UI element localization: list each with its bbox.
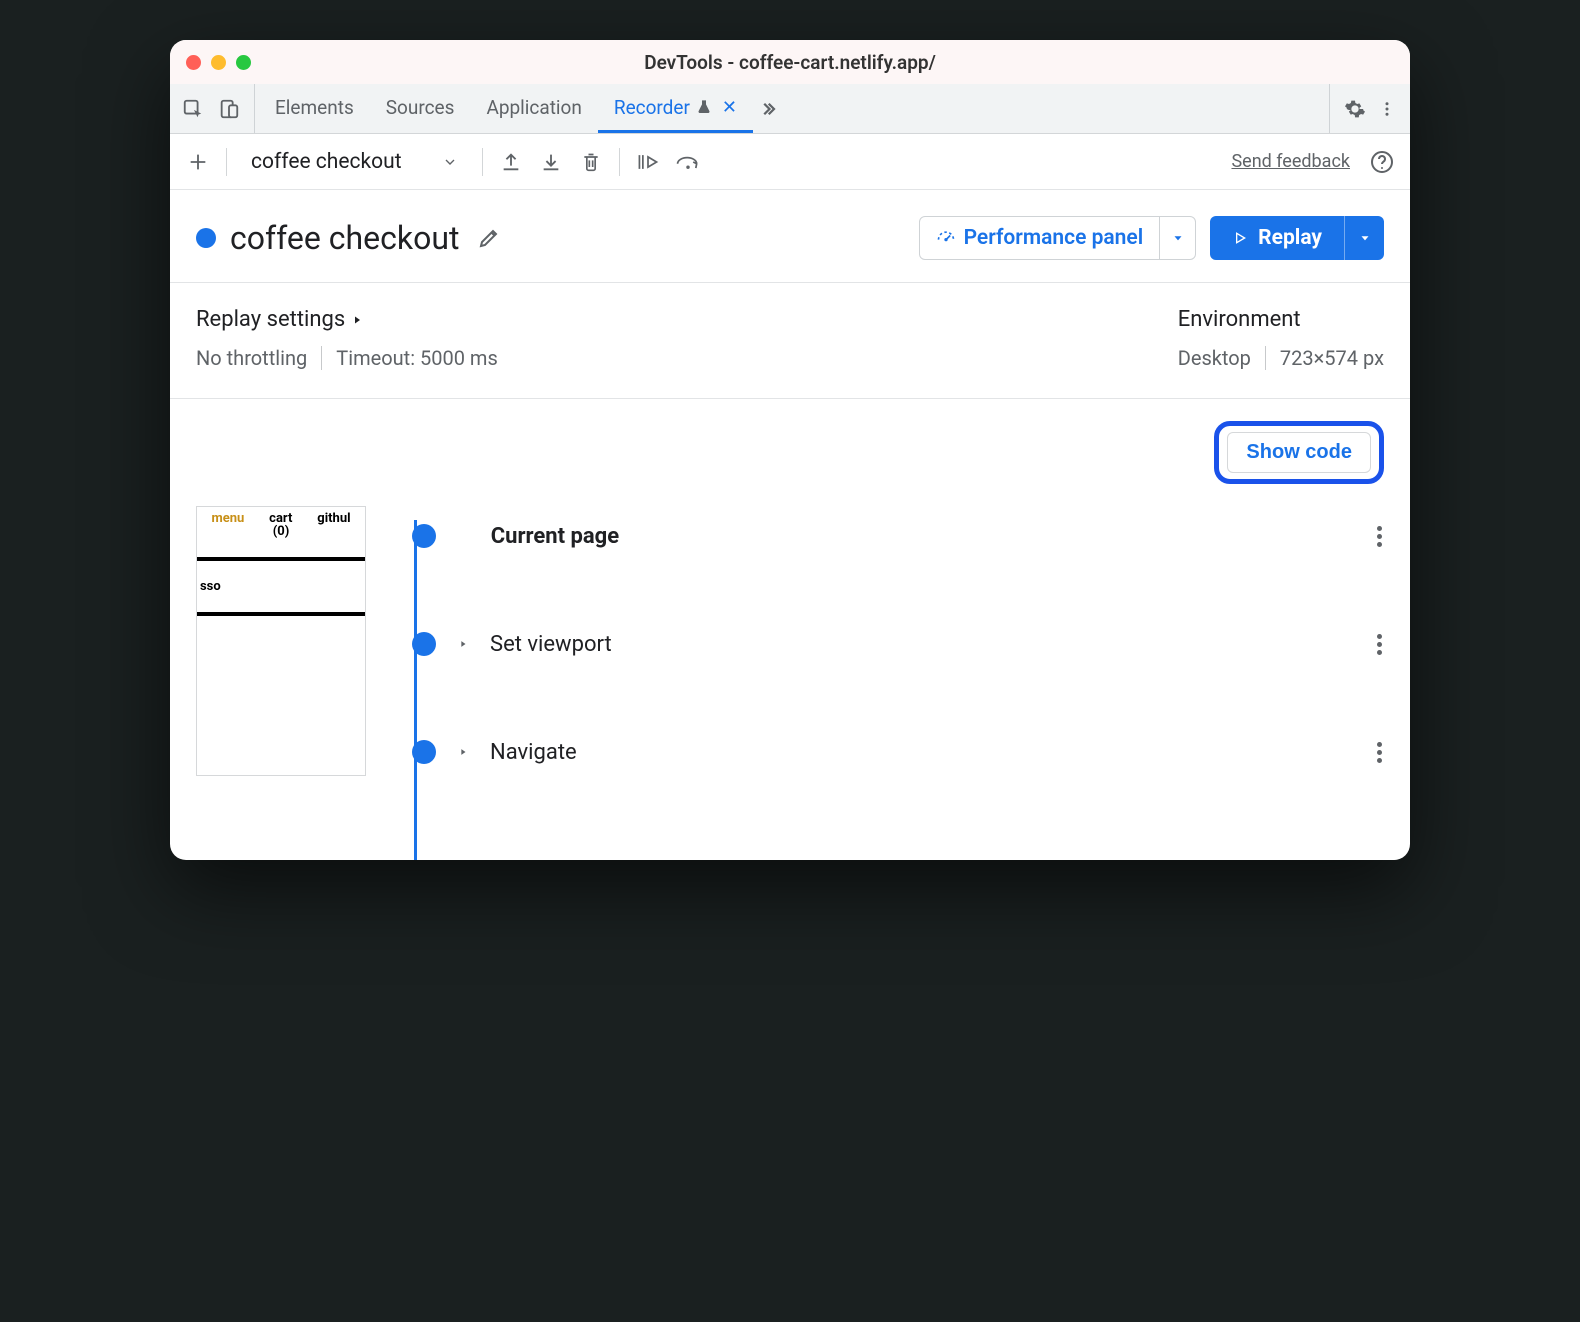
help-icon[interactable]	[1364, 144, 1400, 180]
device-value: Desktop	[1178, 346, 1251, 370]
toolbar-right: Send feedback	[1231, 144, 1400, 180]
send-feedback-link[interactable]: Send feedback	[1231, 151, 1350, 172]
step-set-viewport[interactable]: Set viewport	[404, 614, 1384, 674]
tab-recorder[interactable]: Recorder ✕	[598, 84, 753, 133]
delete-icon[interactable]	[573, 144, 609, 180]
recording-status-dot	[196, 228, 216, 248]
environment-label: Environment	[1178, 307, 1301, 332]
replay-settings-label: Replay settings	[196, 307, 345, 332]
tab-sources[interactable]: Sources	[370, 84, 471, 133]
replay-settings-heading[interactable]: Replay settings	[196, 307, 498, 332]
window-minimize-icon[interactable]	[211, 55, 226, 70]
replay-settings-values: No throttling Timeout: 5000 ms	[196, 346, 498, 370]
separator	[1265, 346, 1266, 370]
replay-main[interactable]: Replay	[1210, 216, 1344, 260]
new-recording-icon[interactable]	[180, 144, 216, 180]
environment-values: Desktop 723×574 px	[1178, 346, 1384, 370]
tabstrip-left	[178, 84, 255, 133]
replay-settings: Replay settings No throttling Timeout: 5…	[196, 307, 498, 370]
flask-icon	[696, 99, 712, 115]
device-toggle-icon[interactable]	[214, 94, 244, 124]
tab-elements[interactable]: Elements	[259, 84, 370, 133]
thumb-divider	[197, 612, 365, 616]
dimensions-value: 723×574 px	[1280, 346, 1384, 370]
import-icon[interactable]	[533, 144, 569, 180]
titlebar: DevTools - coffee-cart.netlify.app/	[170, 40, 1410, 84]
step-more-icon[interactable]	[1377, 742, 1384, 763]
separator	[321, 346, 322, 370]
export-icon[interactable]	[493, 144, 529, 180]
step-over-icon[interactable]	[670, 144, 706, 180]
throttling-value: No throttling	[196, 346, 307, 370]
tab-label: Application	[486, 96, 581, 119]
tabstrip-right	[1329, 84, 1402, 133]
caret-right-icon	[458, 638, 468, 650]
step-play-icon[interactable]	[630, 144, 666, 180]
settings-gear-icon[interactable]	[1340, 94, 1370, 124]
close-tab-icon[interactable]: ✕	[722, 97, 737, 118]
step-navigate[interactable]: Navigate	[404, 722, 1384, 782]
separator	[226, 148, 227, 176]
step-label: Navigate	[490, 740, 577, 765]
devtools-window: DevTools - coffee-cart.netlify.app/ Elem…	[170, 40, 1410, 860]
tab-label: Recorder	[614, 96, 690, 119]
performance-panel-main[interactable]: Performance panel	[920, 217, 1160, 259]
environment-heading: Environment	[1178, 307, 1384, 332]
code-bar: Show code	[170, 399, 1410, 506]
chevron-down-icon	[442, 154, 458, 170]
window-title: DevTools - coffee-cart.netlify.app/	[170, 51, 1410, 74]
step-more-icon[interactable]	[1377, 634, 1384, 655]
step-label: Current page	[491, 524, 619, 549]
play-icon	[1232, 230, 1248, 246]
step-label: Set viewport	[490, 632, 612, 657]
tab-label: Sources	[386, 96, 455, 119]
tab-label: Elements	[275, 96, 354, 119]
step-more-icon[interactable]	[1377, 526, 1384, 547]
gauge-icon	[936, 228, 956, 248]
caret-right-icon	[351, 314, 363, 326]
timeout-value: Timeout: 5000 ms	[336, 346, 498, 370]
step-dot	[412, 524, 436, 548]
steps-timeline: ▶ Current page Set viewport Navigate	[396, 506, 1384, 830]
settings-row: Replay settings No throttling Timeout: 5…	[170, 283, 1410, 399]
show-code-button[interactable]: Show code	[1227, 432, 1371, 473]
tab-application[interactable]: Application	[470, 84, 597, 133]
recorder-toolbar: coffee checkout Send feedback	[170, 134, 1410, 190]
step-dot	[412, 740, 436, 764]
window-close-icon[interactable]	[186, 55, 201, 70]
recording-selector-label: coffee checkout	[251, 150, 402, 174]
traffic-lights	[186, 55, 251, 70]
performance-panel-button[interactable]: Performance panel	[919, 216, 1197, 260]
thumb-divider	[197, 557, 365, 561]
performance-panel-label: Performance panel	[964, 226, 1144, 250]
performance-panel-caret[interactable]	[1159, 217, 1195, 259]
step-dot	[412, 632, 436, 656]
separator	[619, 148, 620, 176]
show-code-highlight: Show code	[1214, 421, 1384, 484]
kebab-menu-icon[interactable]	[1372, 94, 1402, 124]
environment-settings: Environment Desktop 723×574 px	[1178, 307, 1384, 370]
separator	[482, 148, 483, 176]
thumb-cart-count: (0)	[197, 524, 365, 539]
more-tabs-icon[interactable]	[753, 94, 783, 124]
replay-label: Replay	[1258, 226, 1322, 250]
timeline-line	[414, 520, 417, 860]
step-current-page[interactable]: ▶ Current page	[404, 506, 1384, 566]
panel-tabs: Elements Sources Application Recorder ✕	[259, 84, 783, 133]
caret-right-icon	[458, 746, 468, 758]
thumb-item: sso	[197, 579, 365, 594]
recording-header: coffee checkout Performance panel Replay	[170, 190, 1410, 283]
replay-button[interactable]: Replay	[1210, 216, 1384, 260]
window-zoom-icon[interactable]	[236, 55, 251, 70]
steps-area: menu cart githul (0) sso ▶ Current page …	[170, 506, 1410, 860]
inspect-element-icon[interactable]	[178, 94, 208, 124]
replay-caret[interactable]	[1344, 216, 1384, 260]
recording-title: coffee checkout	[230, 219, 459, 257]
panel-tabstrip: Elements Sources Application Recorder ✕	[170, 84, 1410, 134]
edit-title-icon[interactable]	[477, 226, 501, 250]
recording-selector[interactable]: coffee checkout	[237, 150, 472, 174]
page-thumbnail: menu cart githul (0) sso	[196, 506, 366, 776]
